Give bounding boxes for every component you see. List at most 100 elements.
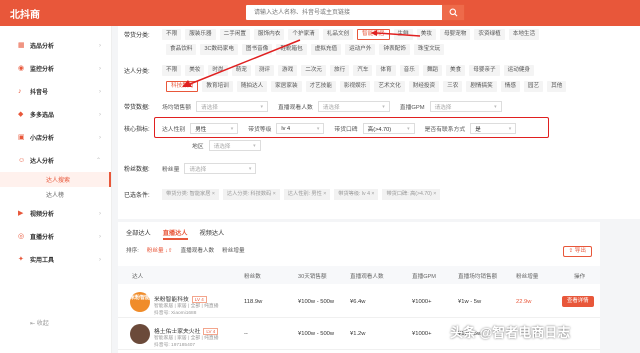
shop-icon: ▣ bbox=[18, 134, 25, 141]
app-logo[interactable]: 北抖商 bbox=[10, 6, 120, 21]
talent-chip-selected[interactable]: 科技数码 bbox=[166, 81, 199, 92]
category-chip[interactable]: 生鲜 bbox=[393, 29, 413, 40]
sort-growth[interactable]: 粉丝增量 bbox=[222, 246, 244, 254]
sidebar-item-tools[interactable]: ✦ 实用工具 › bbox=[0, 248, 111, 271]
talent-chip[interactable]: 随拍达人 bbox=[236, 81, 268, 92]
fans-cell: 118.9w bbox=[244, 299, 263, 305]
sort-fans[interactable]: 粉丝量 ↓⇧ bbox=[147, 246, 173, 254]
category-chip-selected[interactable]: 智能家居 bbox=[357, 29, 390, 40]
talent-chip[interactable]: 二次元 bbox=[301, 65, 327, 76]
view-details-button[interactable]: 查看详情 bbox=[562, 296, 594, 307]
category-chip[interactable]: 服饰内衣 bbox=[253, 29, 285, 40]
selected-tag[interactable]: 带货等级: lv 4 × bbox=[334, 189, 379, 200]
sidebar-item-video[interactable]: ▶ 视频分析 › bbox=[0, 202, 111, 225]
export-button[interactable]: ⇪ 导出 bbox=[562, 246, 592, 257]
category-chip[interactable]: 不限 bbox=[162, 29, 182, 40]
talent-chip[interactable]: 教育培训 bbox=[202, 81, 233, 92]
talent-chip[interactable]: 影视娱乐 bbox=[339, 81, 371, 92]
talent-chip[interactable]: 旅行 bbox=[330, 65, 350, 76]
talent-chip[interactable]: 测评 bbox=[254, 65, 275, 76]
talent-chip[interactable]: 美食 bbox=[446, 65, 466, 76]
talent-chip[interactable]: 三农 bbox=[443, 81, 463, 92]
live-gpm-select[interactable]: 请选择 ▾ bbox=[429, 101, 502, 112]
selected-tag[interactable]: 达人性别: 男性 × bbox=[283, 189, 331, 200]
sidebar-item-duoduo[interactable]: ◆ 多多选品 › bbox=[0, 103, 111, 126]
category-chip[interactable]: 运动户外 bbox=[345, 44, 376, 55]
search-button[interactable] bbox=[442, 5, 464, 20]
selected-tag[interactable]: 带货分类: 智能家居 × bbox=[162, 189, 219, 200]
fans-cell: -- bbox=[244, 331, 248, 337]
sidebar-item-product-analysis[interactable]: ▦ 选品分析 › bbox=[0, 34, 111, 57]
talent-id: 抖音号: Xiaomi1688 bbox=[154, 311, 197, 316]
category-chip[interactable]: 本地生活 bbox=[508, 29, 540, 40]
talent-chip[interactable]: 体育 bbox=[376, 65, 396, 76]
sales-data-row: 带货数据: 场均销售额 请选择 ▾ 直播观看人数 请选择 ▾ 直播GPM 请选择 ▾ bbox=[124, 101, 512, 112]
talent-chip[interactable]: 艺术文化 bbox=[374, 81, 405, 92]
talent-filter-row-2: 科技数码 教育培训 随拍达人 家居家装 才艺技能 影视娱乐 艺术文化 财经投资 … bbox=[166, 81, 570, 92]
viewers-cell: ¥6.4w bbox=[350, 299, 366, 305]
category-chip[interactable]: 虚拟充值 bbox=[310, 44, 342, 55]
category-chip[interactable]: 农资绿植 bbox=[474, 29, 505, 40]
talent-chip[interactable]: 家居家装 bbox=[271, 81, 302, 92]
talent-chip[interactable]: 剧情搞笑 bbox=[466, 81, 497, 92]
category-chip[interactable]: 3C数码家电 bbox=[200, 44, 238, 55]
chevron-up-icon: ⌃ bbox=[95, 158, 101, 164]
category-chip[interactable]: 个护家清 bbox=[288, 29, 319, 40]
chevron-down-icon: ▾ bbox=[260, 103, 263, 110]
tools-icon: ✦ bbox=[18, 256, 24, 263]
collapse-sidebar-button[interactable]: ⇤ 收起 bbox=[30, 318, 49, 327]
talent-chip[interactable]: 才艺技能 bbox=[305, 81, 336, 92]
sidebar-item-douyin-account[interactable]: ♪ 抖音号 › bbox=[0, 80, 111, 103]
talent-chip[interactable]: 情感 bbox=[500, 81, 520, 92]
sidebar-sub-talent-rank[interactable]: 达人榜 bbox=[0, 187, 111, 202]
category-chip[interactable]: 母婴宠物 bbox=[439, 29, 471, 40]
talent-chip[interactable]: 园艺 bbox=[523, 81, 544, 92]
category-chip[interactable]: 图书音像 bbox=[241, 44, 273, 55]
talent-chip[interactable]: 游戏 bbox=[278, 65, 298, 76]
tab-all-talent[interactable]: 全部达人 bbox=[126, 228, 151, 240]
selected-tag[interactable]: 带货口碑: 高(>4.70) × bbox=[382, 189, 441, 200]
category-chip[interactable]: 鞋靴箱包 bbox=[276, 44, 307, 55]
talent-id: 抖音号: 197185407 bbox=[154, 343, 196, 348]
sales-label: 带货数据: bbox=[124, 105, 150, 111]
search-input[interactable] bbox=[246, 5, 442, 20]
fans-select[interactable]: 请选择 ▾ bbox=[184, 163, 257, 174]
talent-chip[interactable]: 时尚 bbox=[208, 65, 228, 76]
avg-sales-select[interactable]: 请选择 ▾ bbox=[196, 101, 268, 112]
sidebar-item-shop[interactable]: ▣ 小店分析 › bbox=[0, 126, 111, 149]
talent-meta: 智能家居 | 家居 | 全部 | 纯直播 bbox=[154, 336, 219, 341]
tab-video-talent[interactable]: 视频达人 bbox=[200, 228, 225, 240]
talent-chip[interactable]: 汽车 bbox=[353, 65, 373, 76]
talent-chip[interactable]: 运动健身 bbox=[503, 65, 535, 76]
sort-viewers[interactable]: 直播观看人数 bbox=[181, 246, 215, 254]
category-chip[interactable]: 珠宝文玩 bbox=[413, 44, 445, 55]
category-chip[interactable]: 钟表配饰 bbox=[379, 44, 410, 55]
category-chip[interactable]: 礼品文创 bbox=[322, 29, 354, 40]
search-bar[interactable] bbox=[245, 4, 465, 21]
category-chip[interactable]: 美妆 bbox=[416, 29, 436, 40]
sidebar-item-live[interactable]: ◎ 直播分析 › bbox=[0, 225, 111, 248]
category-chip[interactable]: 食品饮料 bbox=[166, 44, 197, 55]
selected-tag[interactable]: 达人分类: 科技数码 × bbox=[222, 189, 280, 200]
user-icon: ☺ bbox=[18, 157, 26, 164]
sidebar-item-monitor[interactable]: ◉ 监控分析 › bbox=[0, 57, 111, 80]
talent-chip[interactable]: 不限 bbox=[162, 65, 182, 76]
sidebar-item-talent[interactable]: ☺ 达人分析 ⌃ bbox=[0, 149, 111, 172]
talent-chip[interactable]: 美妆 bbox=[185, 65, 205, 76]
talent-chip[interactable]: 母婴亲子 bbox=[469, 65, 500, 76]
category-chip[interactable]: 二手闲置 bbox=[219, 29, 250, 40]
talent-chip[interactable]: 音乐 bbox=[399, 65, 419, 76]
talent-chip[interactable]: 萌宠 bbox=[231, 65, 251, 76]
category-chip[interactable]: 服装乐器 bbox=[185, 29, 216, 40]
table-row[interactable]: 米粉智能 米粉智能科技 LV 4 智能家居 | 家居 | 全部 | 纯直播 抖音号… bbox=[118, 288, 600, 318]
talent-chip[interactable]: 其他 bbox=[547, 81, 567, 92]
region-row: 地区 请选择 ▾ bbox=[192, 140, 271, 151]
sales-cell: ¥100w - 500w bbox=[298, 331, 335, 337]
live-viewers-select[interactable]: 请选择 ▾ bbox=[317, 101, 390, 112]
talent-chip[interactable]: 舞蹈 bbox=[422, 65, 443, 76]
sidebar-sub-talent-search[interactable]: 达人搜索 bbox=[0, 172, 111, 187]
chevron-right-icon: › bbox=[99, 88, 101, 95]
region-select[interactable]: 请选择 ▾ bbox=[208, 140, 261, 151]
tab-live-talent[interactable]: 直播达人 bbox=[162, 228, 188, 240]
talent-chip[interactable]: 财经投资 bbox=[408, 81, 440, 92]
